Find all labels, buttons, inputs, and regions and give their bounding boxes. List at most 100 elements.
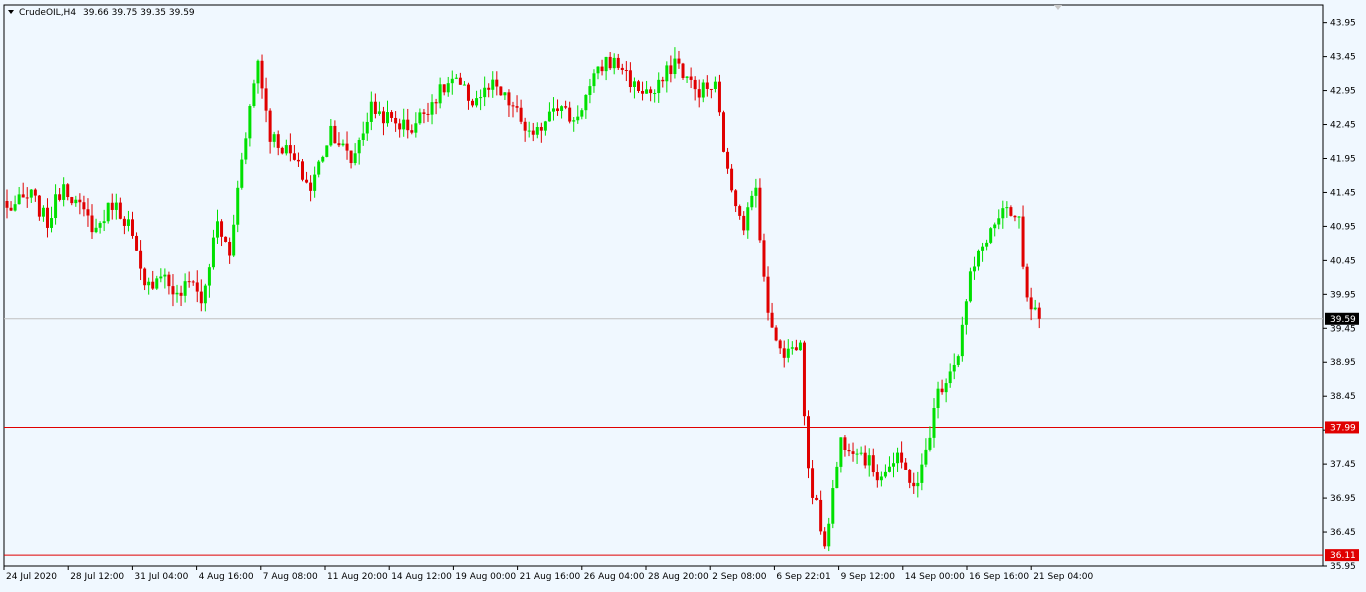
current-price-tag-label: 39.59 [1330, 315, 1356, 325]
candle-body [717, 81, 721, 113]
candle-body [13, 204, 17, 211]
candle-body [750, 195, 754, 208]
candle-body [163, 274, 167, 277]
level-price-tag-label: 36.11 [1330, 551, 1356, 561]
candle-body [17, 194, 21, 205]
candle [301, 159, 305, 182]
candle-body [645, 89, 649, 94]
candle-body [9, 207, 13, 211]
candle-body [778, 340, 782, 349]
candle-body [977, 250, 981, 267]
y-tick-label: 40.45 [1330, 256, 1356, 266]
candle-body [337, 143, 341, 146]
candle-body [823, 531, 827, 547]
candle-body [981, 246, 985, 251]
candle-body [37, 195, 41, 217]
candle-body [418, 112, 422, 124]
candle-body [66, 184, 70, 198]
candle-body [908, 469, 912, 483]
candle-body [859, 452, 863, 454]
candle-body [422, 112, 426, 114]
candle-body [252, 83, 256, 107]
candle-body [887, 466, 891, 472]
candle-body [373, 101, 377, 114]
x-tick-label: 19 Aug 00:00 [455, 572, 516, 582]
y-tick-label: 41.45 [1330, 188, 1356, 198]
candle-body [236, 187, 240, 225]
candle-body [819, 499, 823, 532]
candle [774, 325, 778, 342]
candle-body [292, 153, 296, 160]
candle-body [811, 468, 815, 498]
candle-body [442, 84, 446, 93]
price-tags: 37.99 36.11 39.59 [1325, 312, 1359, 562]
chart-header: CrudeOIL,H4 39.66 39.75 39.35 39.59 [8, 8, 195, 18]
candle [325, 145, 329, 158]
candle-body [588, 86, 592, 95]
candle-body [576, 116, 580, 121]
candle-body [726, 151, 730, 169]
candle-body [815, 497, 819, 500]
candle-body [738, 206, 742, 216]
candle-body [669, 65, 673, 75]
candle-body [78, 199, 82, 203]
candle-body [386, 112, 390, 124]
y-tick-label: 42.45 [1330, 121, 1356, 131]
candle-body [21, 194, 25, 198]
candle-body [462, 84, 466, 86]
candle-body [325, 145, 329, 157]
candle-body [839, 437, 843, 467]
candle-body [232, 224, 236, 256]
candle [989, 227, 993, 245]
candle-body [616, 57, 620, 68]
candle-body [264, 88, 268, 111]
candle-body [855, 453, 859, 455]
candle [681, 62, 685, 80]
candle-body [361, 133, 365, 140]
candle-body [159, 276, 163, 279]
candle-body [649, 89, 653, 94]
candle-body [503, 92, 507, 96]
candle-body [770, 312, 774, 328]
candle-body [564, 106, 568, 108]
candle-body [531, 130, 535, 135]
candle-body [511, 105, 515, 107]
candle-body [240, 159, 244, 188]
chart-canvas[interactable]: 43.95 43.45 42.95 42.45 41.95 41.45 40.95 40.45… [0, 0, 1366, 588]
x-tick-label: 14 Aug 12:00 [391, 572, 452, 582]
candle-body [390, 112, 394, 118]
candle-body [543, 121, 547, 131]
candle-body [904, 462, 908, 470]
candle-body [641, 90, 645, 94]
candle-body [608, 56, 612, 69]
candle-body [539, 127, 543, 131]
candle-body [102, 221, 106, 224]
x-tick-label: 28 Aug 20:00 [648, 572, 709, 582]
y-tick-label: 40.95 [1330, 222, 1356, 232]
x-tick-label: 6 Sep 22:01 [776, 572, 830, 582]
candle-body [519, 107, 523, 122]
x-tick-label: 7 Aug 08:00 [263, 572, 318, 582]
candle-body [228, 241, 232, 256]
candle-body [333, 125, 337, 144]
candle-body [632, 81, 636, 87]
candle-body [33, 189, 37, 196]
candle-body [268, 110, 272, 142]
candle [762, 233, 766, 282]
candle-body [466, 84, 470, 101]
candle-body [892, 463, 896, 467]
candle-body [434, 102, 438, 104]
chart-window[interactable]: 43.95 43.45 42.95 42.45 41.95 41.45 40.95 40.45… [0, 0, 1366, 588]
candle-body [143, 268, 147, 286]
y-tick-label: 37.45 [1330, 460, 1356, 470]
candle-body [151, 281, 155, 289]
candle-body [932, 407, 936, 438]
candle-body [620, 67, 624, 70]
candle-body [301, 161, 305, 180]
candle-body [867, 455, 871, 466]
candle-body [381, 111, 385, 124]
level-price-tag-label: 37.99 [1330, 423, 1356, 433]
candle-body [62, 184, 66, 200]
x-tick-label: 11 Aug 20:00 [327, 572, 388, 582]
candle-body [296, 159, 300, 162]
